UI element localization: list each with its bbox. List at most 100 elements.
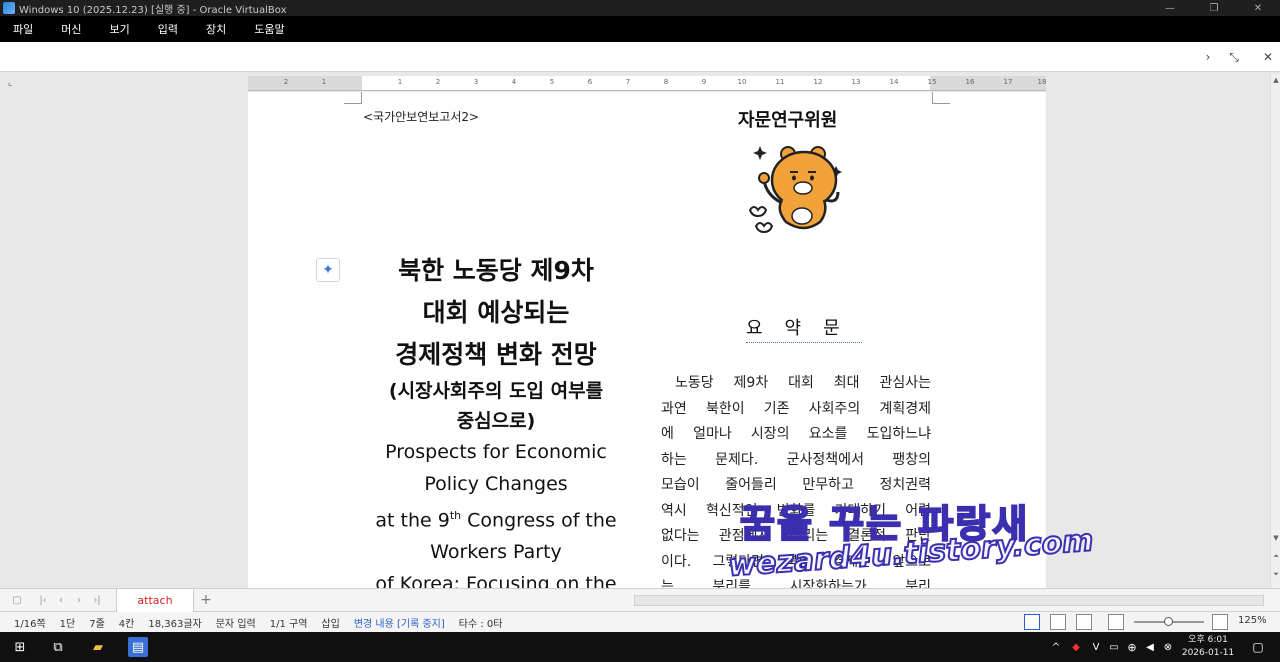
view-two-page-icon[interactable] [1050, 614, 1066, 630]
status-bar: 1/16쪽 1단 7줄 4칸 18,363글자 문자 입력 1/1 구역 삽입 … [0, 612, 1280, 632]
ruler-tick: 10 [737, 78, 747, 86]
document-tab-bar: ▢ |‹ ‹ › ›| attach + [0, 588, 1280, 612]
window-title: Windows 10 (2025.12.23) [실행 중] - Oracle … [19, 4, 287, 16]
title-en-line-1: Prospects for Economic [385, 441, 607, 463]
task-view-icon[interactable]: ⧉ [48, 637, 68, 657]
add-tab-icon[interactable]: + [194, 592, 218, 608]
ruler-tick: 15 [927, 78, 937, 86]
chevron-right-icon[interactable]: › [1198, 47, 1218, 67]
summary-heading: 요약문 [746, 314, 862, 343]
title-ko-line-2: 대회 예상되는 [422, 298, 570, 327]
vertical-scrollbar[interactable]: ▲ ▼ ⏶ ⏷ [1270, 74, 1280, 588]
title-ko-line-1: 북한 노동당 제9차 [398, 256, 594, 285]
file-explorer-icon[interactable]: ▰ [88, 637, 108, 657]
summary-line: 노동당 제9차 대회 최대 관심사는 [675, 375, 931, 391]
title-en-3-post: Congress of the [461, 509, 617, 532]
clock-date: 2026-01-11 [1181, 648, 1235, 658]
tab-attach[interactable]: attach [116, 588, 194, 612]
zoom-slider-thumb[interactable] [1164, 617, 1173, 626]
page-up-icon[interactable]: ⏶ [1272, 552, 1280, 561]
scroll-up-icon[interactable]: ▲ [1272, 76, 1280, 85]
ruler-tick: 5 [549, 78, 555, 86]
status-typing: 타수 : 0타 [458, 618, 503, 630]
status-line: 7줄 [89, 618, 105, 630]
ruler-tick: 14 [889, 78, 899, 86]
tab-list-icon[interactable]: ▢ [8, 591, 26, 609]
tray-app-icon[interactable]: V [1086, 637, 1106, 657]
collapse-icon[interactable]: ⤡ [1224, 47, 1244, 67]
restore-icon[interactable]: ❐ [1192, 0, 1236, 16]
document-area[interactable]: <국가안보연보고서2> 자문연구위원 ✦ 북한 노동당 제9차 대회 예상되는 … [0, 92, 1270, 588]
notification-icon[interactable]: ▢ [1248, 637, 1268, 657]
status-track-changes[interactable]: 변경 내용 [기록 중지] [354, 615, 445, 630]
ruler-tick: 16 [965, 78, 975, 86]
ruler-tick: 2 [435, 78, 441, 86]
minimize-icon[interactable]: — [1148, 0, 1192, 16]
title-ko-line-3: 경제정책 변화 전망 [395, 340, 597, 369]
title-en-line-5: of Korea: Focusing on the [375, 573, 617, 588]
page-down-icon[interactable]: ⏷ [1272, 570, 1280, 579]
horizontal-scrollbar[interactable] [634, 595, 1264, 606]
status-insert[interactable]: 삽입 [321, 615, 339, 630]
status-column: 1단 [59, 618, 76, 630]
tray-chevron-icon[interactable]: ^ [1046, 637, 1066, 657]
add-plus-icon[interactable]: ✦ [316, 258, 340, 282]
status-section: 1/1 구역 [269, 618, 308, 630]
ruler-tick: 12 [813, 78, 823, 86]
menu-devices[interactable]: 장치 [197, 21, 235, 37]
ruler-tick: 8 [663, 78, 669, 86]
battery-icon[interactable]: ▭ [1104, 637, 1124, 657]
menu-file[interactable]: 파일 [4, 21, 42, 37]
ruler-tick: 3 [473, 78, 479, 86]
page-header-left: <국가안보연보고서2> [363, 110, 480, 124]
status-position: 4칸 [118, 618, 135, 630]
taskbar-clock[interactable]: 오후 6:01 2026-01-11 [1176, 634, 1240, 660]
ruler-tick: 6 [587, 78, 593, 86]
menu-machine[interactable]: 머신 [52, 21, 90, 37]
title-en-line-4: Workers Party [430, 541, 562, 564]
close-icon[interactable]: ✕ [1236, 0, 1280, 16]
ruler-tick: 17 [1003, 78, 1013, 86]
view-fit-icon[interactable] [1076, 614, 1092, 630]
volume-icon[interactable]: ◀ [1140, 637, 1160, 657]
menu-help[interactable]: 도움말 [245, 21, 293, 37]
page-header-right: 자문연구위원 [738, 110, 838, 131]
ruler-tick: 9 [701, 78, 707, 86]
close-icon[interactable]: ✕ [1258, 47, 1278, 67]
menu-view[interactable]: 보기 [101, 21, 139, 37]
summary-line: 하는 문제다. 군사정책에서 팽창의 [661, 451, 931, 468]
clock-time: 오후 6:01 [1188, 635, 1228, 645]
network-icon[interactable]: ⊕ [1122, 637, 1142, 657]
status-mode[interactable]: 문자 입력 [216, 615, 256, 630]
menu-input[interactable]: 입력 [149, 21, 187, 37]
ruler-tick: 1 [397, 78, 403, 86]
hwp-app-icon[interactable]: ▤ [128, 637, 148, 657]
tray-antivirus-icon[interactable]: ◆ [1066, 637, 1086, 657]
next-tab-icon[interactable]: › [70, 591, 88, 609]
summary-line: 과연 북한이 기존 사회주의 계획경제 [661, 400, 931, 417]
zoom-level[interactable]: 125% [1238, 615, 1267, 626]
first-tab-icon[interactable]: |‹ [34, 591, 52, 609]
tab-type-icon[interactable]: ⌞ [0, 74, 20, 92]
view-normal-icon[interactable] [1024, 614, 1040, 630]
title-en-3-pre: at the 9 [375, 509, 450, 532]
scroll-down-icon[interactable]: ▼ [1272, 534, 1280, 543]
windows-start-icon[interactable]: ⊞ [10, 637, 30, 657]
ruler-tick: 13 [851, 78, 861, 86]
report-title-block: 북한 노동당 제9차 대회 예상되는 경제정책 변화 전망 (시장사회주의 도입… [358, 250, 634, 588]
last-tab-icon[interactable]: ›| [88, 591, 106, 609]
screen: Windows 10 (2025.12.23) [실행 중] - Oracle … [0, 0, 1280, 662]
ruler-tick: 1 [321, 78, 327, 86]
title-sub-line-1: (시장사회주의 도입 여부를 [388, 380, 604, 402]
title-en-line-3: at the 9th Congress of the [358, 500, 634, 536]
status-page[interactable]: 1/16쪽 [14, 615, 46, 630]
horizontal-ruler[interactable]: 2 1 1 2 3 4 5 6 7 8 9 10 11 12 13 14 15 … [248, 76, 1046, 91]
fit-page-icon[interactable] [1212, 614, 1228, 630]
view-page-icon[interactable] [1108, 614, 1124, 630]
ruler-tick: 7 [625, 78, 631, 86]
virtualbox-app-icon [3, 2, 15, 14]
vbox-menubar: 파일 머신 보기 입력 장치 도움말 [0, 16, 1280, 42]
ime-icon[interactable]: ⊗ [1158, 637, 1178, 657]
status-chars: 18,363글자 [148, 618, 202, 630]
prev-tab-icon[interactable]: ‹ [52, 591, 70, 609]
